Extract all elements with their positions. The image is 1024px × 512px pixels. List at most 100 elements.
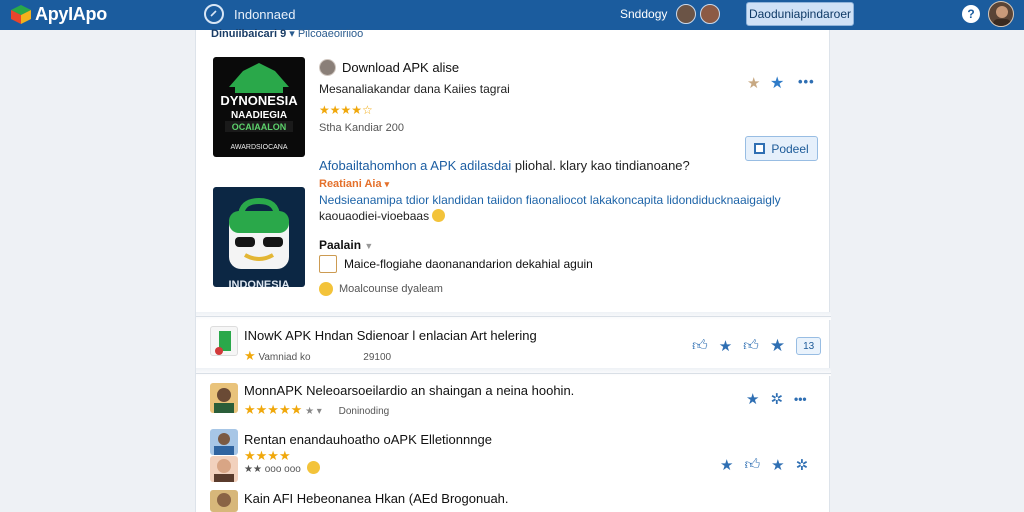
top-nav-link[interactable]: Snddogy [620,7,667,21]
favorite-star-icon[interactable]: ★ [770,336,785,356]
top-navigation-bar: ApyIApo Indonnaed Snddogy Daoduniapindar… [0,0,1024,30]
logo-line3: OCAIAALON [232,122,287,132]
breadcrumb-item[interactable]: Dinuiibaicari 9 [211,28,286,40]
app-logo-indonesia-2[interactable]: INDONESIA [213,187,305,287]
logo2-text: INDONESIA [228,279,289,287]
list-item-title[interactable]: INowK APK Hndan Sdienoar l enlacian Art … [244,328,537,343]
app-description: Nedsieanamipa tdior klandidan taiidon fi… [319,193,781,207]
search-bar[interactable]: Indonnaed [204,4,295,24]
chevron-down-icon: ▾ [289,28,298,40]
chevron-down-icon[interactable]: ▼ [364,241,373,251]
favorite-star-icon[interactable]: ★ [720,456,733,474]
list-item[interactable]: INowK APK Hndan Sdienoar l enlacian Art … [196,320,831,372]
divider [196,368,831,376]
avatar[interactable] [210,456,238,482]
app-title[interactable]: Download APK alise [342,60,459,75]
divider [196,373,831,374]
app-question[interactable]: Afobailtahomhon a APK adilasdai pliohal.… [319,158,690,173]
star-icon[interactable]: ★ [719,337,732,355]
thumb-up-icon[interactable]: 👍︎ [692,337,708,355]
description-part: Nedsieanamipa tdior klandidan taiidon fi… [319,193,587,207]
document-icon [754,143,766,154]
help-icon[interactable]: ? [962,5,980,23]
featured-app-card: DYNONESIA NAADIEGIA OCAIAALON AWARDSIOCA… [196,48,831,316]
list-item[interactable]: Rentan enandauhoatho oAPK Elletionnnge ★… [196,428,831,482]
list-item-title[interactable]: MonnAPK Neleoarsoeilardio an shaingan a … [244,383,574,398]
checkbox-label: Maice-flogiahe daonanandarion dekahial a… [344,257,593,271]
question-link[interactable]: Afobailtahomhon a APK adilasdai [319,158,511,173]
star-icon[interactable]: ★ [747,74,760,92]
more-icon[interactable]: ••• [798,74,815,89]
avatar[interactable] [210,383,238,413]
list-item[interactable]: Kain AFI Hebeonanea Hkan (AEd Brogonuah. [196,488,831,512]
list-item-meta: ★ Vamniad ko 29100 [244,348,391,364]
list-item-title[interactable]: Kain AFI Hebeonanea Hkan (AEd Brogonuah. [244,491,509,506]
description-link[interactable]: lakakoncapita lidondiducknaaigaigly [587,193,781,207]
tag-label[interactable]: Reatiani Aia ▾ [319,178,389,190]
read-button[interactable]: Podeel [745,136,818,161]
list-item-meta-text: Doninoding [338,406,390,417]
chevron-down-icon: ▾ [384,179,390,189]
publisher-avatar[interactable] [319,59,336,76]
apk-box-icon [11,5,31,24]
smile-emoji-icon [319,282,333,296]
divider [196,316,831,317]
avatar[interactable] [676,4,696,24]
search-input[interactable]: Indonnaed [234,7,295,22]
search-icon[interactable] [204,4,224,24]
app-icon[interactable] [210,326,238,356]
stars: ★★★★★ [244,402,303,417]
avatar[interactable] [210,429,238,455]
read-button-label: Podeel [771,141,809,156]
favorite-star-icon[interactable]: ★ [770,73,784,93]
list-item-meta-text: ★★ ooo ooo [244,464,301,475]
list-item-meta: ★★★★★ ★ ▾ Doninoding [244,402,390,417]
list-item-actions: ★ ✲ ••• [746,390,807,408]
breadcrumb-item[interactable]: Pilcoaeoiriioo [298,28,363,40]
list-item-count: 29100 [363,352,392,363]
logo-line1: DYNONESIA [220,93,298,108]
thumb-up-icon[interactable]: 👍︎ [744,456,760,474]
app-rating: ★★★★☆ [319,103,373,117]
count-badge[interactable]: 13 [796,337,822,355]
avatar[interactable] [210,490,238,512]
note-text: Moalcounse dyaleam [339,283,443,295]
checkbox[interactable] [319,255,337,273]
description-text: kaouaodiei-vioebaas [319,209,430,223]
app-logo-indonesia[interactable]: DYNONESIA NAADIEGIA OCAIAALON AWARDSIOCA… [213,57,305,157]
list-item-meta: ★★ ooo ooo [244,461,320,475]
tag-text: Reatiani Aia [319,178,382,190]
section-label-text: Paalain [319,238,362,252]
emoji-icon [306,461,320,474]
brand[interactable]: ApyIApo [10,3,107,25]
app-subtitle: Mesanaliakandar dana Kaiies tagrai [319,82,510,96]
list-item-actions: ★ 👍︎ ★ ✲ [720,456,808,474]
list-item-actions: 👍︎ ★ 👍︎ ★ 13 [692,336,822,356]
checkbox-option[interactable]: Maice-flogiahe daonanandarion dekahial a… [319,255,593,273]
thumb-up-icon[interactable]: 👍︎ [743,337,759,355]
emoji-icon [432,209,446,222]
note-row: Moalcounse dyaleam [319,282,443,296]
logo-line4: AWARDSIOCANA [230,144,287,151]
download-button[interactable]: Daoduniapindaroer [746,2,854,26]
question-rest: pliohal. klary kao tindianoane? [511,158,690,173]
share-icon[interactable]: ✲ [796,456,809,474]
logo-line2: NAADIEGIA [231,110,287,121]
breadcrumb: Dinuiibaicari 9 ▾ Pilcoaeoiriioo [211,27,363,40]
list-item-meta-text: Vamniad ko [258,352,311,363]
list-item-title[interactable]: Rentan enandauhoatho oAPK Elletionnnge [244,432,492,447]
more-icon[interactable]: ••• [794,392,807,406]
section-label: Paalain ▼ [319,238,373,252]
app-title-row: Download APK alise [319,59,459,76]
stars: ★ [244,348,256,363]
brand-name: ApyIApo [35,3,107,24]
main-content-panel: Dinuiibaicari 9 ▾ Pilcoaeoiriioo DYNONES… [195,27,831,512]
app-description-line2: kaouaodiei-vioebaas [319,209,446,223]
user-avatar[interactable] [988,1,1014,27]
share-icon[interactable]: ✲ [770,390,783,408]
avatar[interactable] [700,4,720,24]
app-meta: Stha Kandiar 200 [319,122,405,134]
star-icon[interactable]: ★ [771,456,784,474]
list-item[interactable]: MonnAPK Neleoarsoeilardio an shaingan a … [196,380,831,422]
star-icon[interactable]: ★ [746,390,759,408]
